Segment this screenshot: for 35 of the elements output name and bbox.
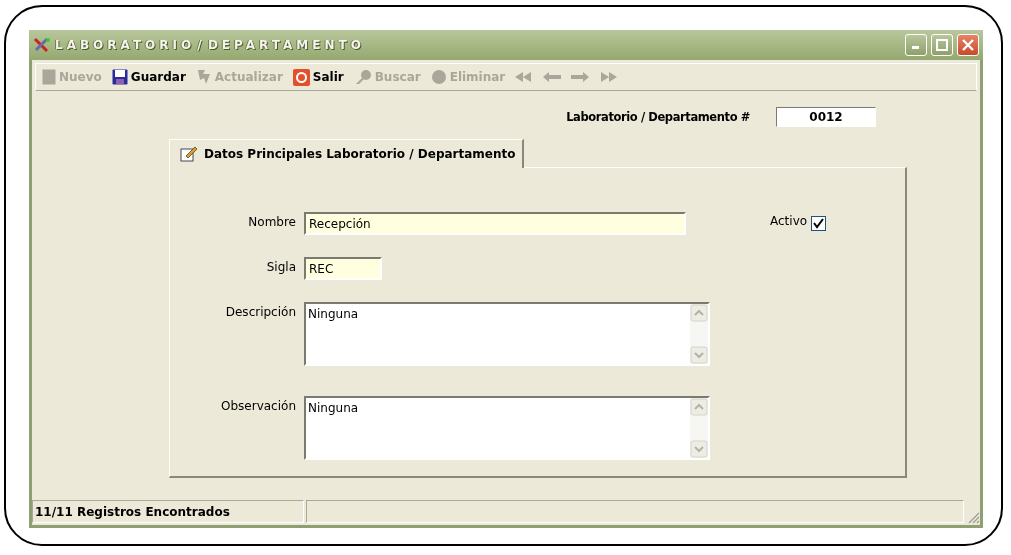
field-label: Descripción xyxy=(224,304,296,321)
toolbar-button[interactable]: Salir xyxy=(292,68,344,86)
active-label: Activo xyxy=(770,214,808,228)
status-text: 11/11 Registros Encontrados xyxy=(32,500,304,523)
scroll-down-icon[interactable] xyxy=(690,440,708,458)
toolbar-button[interactable]: Guardar xyxy=(111,69,186,85)
resize-grip-icon[interactable] xyxy=(966,510,980,524)
text-area[interactable]: Ninguna xyxy=(304,302,710,366)
blob-icon xyxy=(430,69,447,85)
last-arrow-icon[interactable] xyxy=(599,72,618,82)
power-icon xyxy=(292,68,310,86)
record-number-field[interactable]: 0012 xyxy=(776,107,876,127)
tab[interactable]: Datos Principales Laboratorio / Departamento xyxy=(169,139,524,168)
scroll-up-icon[interactable] xyxy=(690,398,708,416)
minimize-button[interactable] xyxy=(905,34,927,56)
name-field[interactable]: Recepción xyxy=(304,212,686,235)
maximize-button[interactable] xyxy=(931,34,953,56)
scroll-down-icon[interactable] xyxy=(690,346,708,364)
first-arrow-icon[interactable] xyxy=(515,72,534,82)
active-checkbox[interactable] xyxy=(811,216,827,231)
text-area[interactable]: Ninguna xyxy=(304,396,710,460)
field-label: Nombre xyxy=(247,214,296,231)
record-number-label: Laboratorio / Departamento # xyxy=(566,110,750,124)
field-label: Observación xyxy=(220,398,296,415)
maximize-icon xyxy=(936,39,948,51)
notepad-pencil-icon xyxy=(180,146,198,162)
close-icon xyxy=(962,39,974,51)
page-icon xyxy=(42,69,56,85)
left-arrow-icon[interactable] xyxy=(543,72,562,82)
window-title: LABORATORIO / DEPARTAMENTO xyxy=(55,38,366,52)
scroll-up-icon[interactable] xyxy=(690,304,708,322)
right-arrow-icon[interactable] xyxy=(571,72,590,82)
acronym-field[interactable]: REC xyxy=(304,257,382,280)
field-label: Sigla xyxy=(265,259,296,276)
close-button[interactable] xyxy=(957,34,979,56)
